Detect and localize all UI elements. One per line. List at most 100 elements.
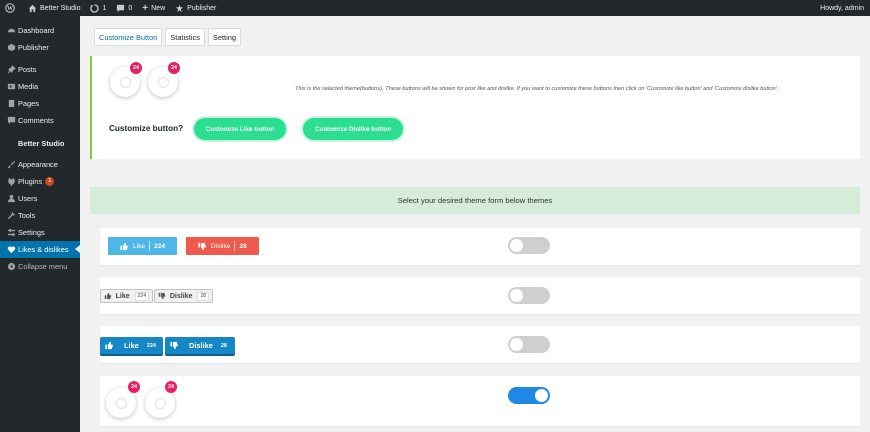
menu-label: Posts <box>18 65 37 74</box>
main-content: Customize Button Statistics Setting 24 2… <box>80 16 870 432</box>
plugins-update-badge: 1 <box>45 177 55 186</box>
comment-icon <box>117 4 125 12</box>
menu-label: Pages <box>18 99 39 108</box>
theme2-toggle[interactable] <box>508 287 550 304</box>
theme-row-2: Like 224 Dislike 28 <box>100 277 860 314</box>
theme3-like-count: 224 <box>146 342 156 349</box>
selected-like-count: 24 <box>130 62 142 74</box>
plus-icon: + <box>142 2 149 14</box>
menu-label: Plugins <box>18 177 43 186</box>
theme1-toggle[interactable] <box>508 237 550 254</box>
menu-label: Collapse menu <box>18 262 68 271</box>
tab-customize-button[interactable]: Customize Button <box>94 28 163 46</box>
menu-item-publisher[interactable]: Publisher <box>0 39 80 56</box>
customize-dislike-button[interactable]: Customize Dislike button <box>303 118 403 140</box>
thumbs-down-icon <box>158 292 166 300</box>
selected-dislike-count: 24 <box>168 62 180 74</box>
publisher-icon <box>4 43 18 52</box>
updates-link[interactable]: 1 <box>85 0 111 16</box>
collapse-icon <box>4 262 18 271</box>
menu-label: Likes & dislikes <box>18 245 69 254</box>
theme-row-4: 24 24 <box>100 376 860 426</box>
collapse-menu-button[interactable]: Collapse menu <box>0 258 80 275</box>
theme4-toggle[interactable] <box>508 387 550 404</box>
admin-menu: Dashboard Publisher Posts Media Pages Co… <box>0 16 80 432</box>
menu-label: Publisher <box>18 43 49 52</box>
menu-item-posts[interactable]: Posts <box>0 61 80 78</box>
menu-item-plugins[interactable]: Plugins 1 <box>0 173 80 190</box>
menu-item-likes-dislikes[interactable]: Likes & dislikes <box>0 241 80 258</box>
dislike-circle-icon <box>157 76 169 88</box>
theme1-like-label: Like <box>133 242 146 250</box>
menu-item-tools[interactable]: Tools <box>0 207 80 224</box>
menu-item-settings[interactable]: Settings <box>0 224 80 241</box>
theme2-dislike-button[interactable]: Dislike 28 <box>154 289 213 303</box>
tab-setting[interactable]: Setting <box>207 28 241 46</box>
theme3-like-label: Like <box>124 341 139 350</box>
theme2-like-count: 224 <box>134 291 149 301</box>
theme3-toggle[interactable] <box>508 336 550 353</box>
tab-statistics[interactable]: Statistics <box>165 28 205 46</box>
menu-label: Appearance <box>18 160 58 169</box>
thumbs-down-icon <box>198 242 206 250</box>
customize-like-button[interactable]: Customize Like button <box>194 118 286 140</box>
menu-item-users[interactable]: Users <box>0 190 80 207</box>
brush-icon <box>4 160 18 169</box>
page-icon <box>4 99 18 108</box>
thumbs-down-icon <box>170 341 178 350</box>
thumbs-up-icon <box>120 242 128 250</box>
refresh-icon <box>90 3 100 13</box>
theme3-dislike-label: Dislike <box>189 341 213 350</box>
publisher-link[interactable]: Publisher <box>170 0 221 16</box>
site-name-link[interactable]: Better Studio <box>23 0 85 16</box>
menu-label: Dashboard <box>18 26 55 35</box>
new-label: New <box>151 4 166 12</box>
tab-bar: Customize Button Statistics Setting <box>94 28 244 46</box>
wordpress-icon: W <box>5 3 15 13</box>
like-circle-icon <box>119 76 131 88</box>
site-name: Better Studio <box>40 4 81 12</box>
howdy-text: Howdy, admin <box>820 4 864 12</box>
theme3-dislike-button[interactable]: Dislike 28 <box>165 337 235 354</box>
menu-item-comments[interactable]: Comments <box>0 112 80 129</box>
thumbs-up-icon <box>105 341 113 350</box>
theme-row-1: Like 224 Dislike 28 <box>100 228 860 265</box>
theme1-like-button[interactable]: Like 224 <box>108 237 177 255</box>
menu-label: Settings <box>18 228 45 237</box>
comments-link[interactable]: 0 <box>111 0 137 16</box>
user-icon <box>4 194 18 203</box>
account-link[interactable]: Howdy, admin <box>815 0 870 16</box>
theme1-dislike-button[interactable]: Dislike 28 <box>186 237 259 255</box>
theme3-like-button[interactable]: Like 224 <box>100 337 163 354</box>
menu-item-media[interactable]: Media <box>0 78 80 95</box>
wrench-icon <box>4 211 18 220</box>
updates-count: 1 <box>102 4 107 12</box>
menu-item-appearance[interactable]: Appearance <box>0 156 80 173</box>
selected-theme-panel: 24 24 This is the selected theme(buttons… <box>90 56 860 159</box>
wordpress-logo[interactable]: W <box>0 0 23 16</box>
themes-header: Select your desired theme form below the… <box>90 187 860 214</box>
plug-icon <box>4 177 18 186</box>
menu-item-dashboard[interactable]: Dashboard <box>0 22 80 39</box>
new-link[interactable]: + New <box>137 0 170 16</box>
theme1-like-count: 224 <box>154 242 166 250</box>
menu-label: Media <box>18 82 39 91</box>
menu-label: Users <box>18 194 38 203</box>
menu-item-better-studio[interactable]: Better Studio <box>0 135 80 152</box>
theme2-dislike-label: Dislike <box>169 292 193 300</box>
like-circle-icon <box>115 397 127 409</box>
pin-icon <box>4 65 18 74</box>
menu-item-pages[interactable]: Pages <box>0 95 80 112</box>
theme2-like-button[interactable]: Like 224 <box>100 289 153 303</box>
theme-row-3: Like 224 Dislike 28 <box>100 326 860 363</box>
settings-icon <box>4 228 18 237</box>
menu-label: Comments <box>18 116 54 125</box>
dislike-circle-icon <box>154 397 166 409</box>
theme1-dislike-label: Dislike <box>211 242 231 250</box>
theme4-like-count: 24 <box>128 381 140 393</box>
theme2-dislike-count: 28 <box>197 291 209 301</box>
heart-icon <box>4 245 18 254</box>
dashboard-icon <box>4 26 18 35</box>
svg-text:W: W <box>7 6 13 12</box>
theme2-like-label: Like <box>115 292 130 300</box>
